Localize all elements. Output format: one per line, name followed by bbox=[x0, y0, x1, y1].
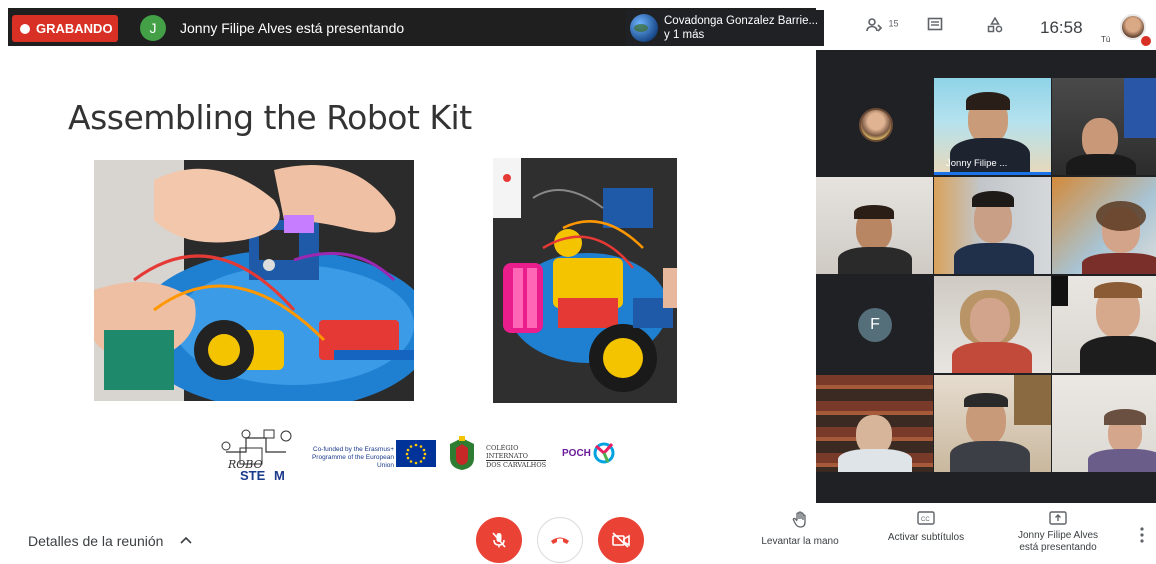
chat-icon bbox=[927, 17, 943, 31]
participant-tile[interactable] bbox=[1052, 276, 1156, 373]
robot-photo-hands bbox=[94, 160, 414, 401]
mic-off-button[interactable] bbox=[476, 517, 522, 563]
raise-hand-button[interactable]: Levantar la mano bbox=[752, 511, 848, 547]
present-now-button[interactable]: Jonny Filipe Alves está presentando bbox=[1002, 511, 1114, 554]
presentation-slide: Assembling the Robot Kit ROBO STE M Co-f… bbox=[8, 50, 816, 503]
colegio-text-2: INTERNATO bbox=[486, 452, 528, 460]
participant-name: Jonny Filipe ... bbox=[946, 158, 1008, 169]
self-label: Tú bbox=[1101, 35, 1111, 44]
shapes-icon bbox=[987, 16, 1003, 33]
people-button[interactable]: 15 bbox=[866, 17, 898, 38]
bottom-bar: Detalles de la reunión Levantar la mano … bbox=[0, 503, 1156, 564]
participant-avatar: F bbox=[858, 308, 892, 342]
participant-tile[interactable] bbox=[934, 276, 1051, 373]
participant-tile[interactable]: F bbox=[816, 276, 933, 373]
participant-tile[interactable] bbox=[816, 375, 933, 472]
captions-label: Activar subtítulos bbox=[887, 532, 965, 543]
svg-text:CC: CC bbox=[921, 517, 930, 523]
people-count: 15 bbox=[888, 18, 899, 29]
slide-title: Assembling the Robot Kit bbox=[68, 98, 472, 137]
participants-grid: Jonny Filipe ... F bbox=[816, 78, 1156, 474]
presenter-status: Jonny Filipe Alves está presentando bbox=[180, 20, 405, 36]
speaker-others: y 1 más bbox=[664, 29, 705, 41]
participant-tile[interactable] bbox=[1052, 177, 1156, 274]
self-mic-off-icon bbox=[1141, 36, 1151, 46]
people-icon bbox=[866, 18, 888, 37]
present-screen-icon bbox=[1002, 511, 1114, 527]
clock: 16:58 bbox=[1040, 18, 1083, 37]
colegio-text-3: DOS CARVALHOS bbox=[486, 460, 547, 469]
grid-bottom-band bbox=[816, 474, 1156, 503]
participant-tile[interactable] bbox=[816, 78, 933, 175]
meet-window: GRABANDO J Jonny Filipe Alves está prese… bbox=[0, 0, 1156, 564]
colegio-text-1: COLÉGIO bbox=[486, 444, 519, 452]
raise-hand-label: Levantar la mano bbox=[761, 536, 839, 547]
captions-button[interactable]: CC Activar subtítulos bbox=[874, 511, 978, 543]
mic-off-icon bbox=[492, 532, 506, 548]
active-speaker[interactable]: Covadonga Gonzalez Barrie... y 1 más bbox=[626, 10, 824, 46]
erasmus-text: Co-funded by the Erasmus+ Programme of t… bbox=[311, 446, 394, 469]
poch-text: POCH bbox=[562, 448, 591, 459]
partner-logos: ROBO STE M Co-funded by the Erasmus+ Pro… bbox=[216, 428, 616, 494]
hand-icon bbox=[752, 511, 848, 533]
robot-photo-assembled bbox=[493, 158, 677, 403]
colegio-crest-icon bbox=[450, 436, 474, 470]
recording-badge: GRABANDO bbox=[12, 15, 118, 42]
participant-tile[interactable] bbox=[816, 177, 933, 274]
meeting-details-button[interactable]: Detalles de la reunión bbox=[28, 533, 163, 549]
captions-icon: CC bbox=[874, 511, 978, 529]
more-options-icon[interactable] bbox=[1140, 527, 1144, 548]
poch-logo-icon bbox=[593, 442, 615, 464]
hang-up-icon bbox=[551, 537, 569, 544]
participant-tile[interactable] bbox=[1052, 78, 1156, 175]
activities-button[interactable] bbox=[987, 16, 1003, 38]
grid-top-band bbox=[816, 50, 1156, 78]
leave-call-button[interactable] bbox=[537, 517, 583, 563]
camera-off-icon bbox=[612, 532, 630, 548]
chat-button[interactable] bbox=[927, 17, 943, 38]
presenting-label-2: está presentando bbox=[1019, 542, 1097, 553]
participant-tile[interactable] bbox=[934, 375, 1051, 472]
chevron-up-icon[interactable] bbox=[180, 531, 192, 547]
steam-text: STE bbox=[240, 468, 266, 483]
participant-tile[interactable] bbox=[1052, 375, 1156, 472]
participant-avatar bbox=[859, 108, 893, 142]
camera-off-button[interactable] bbox=[598, 517, 644, 563]
eu-flag-icon bbox=[396, 440, 436, 467]
participant-tile[interactable] bbox=[934, 177, 1051, 274]
presenting-label-1: Jonny Filipe Alves bbox=[1017, 530, 1099, 541]
speaker-avatar bbox=[630, 14, 658, 42]
speaker-name: Covadonga Gonzalez Barrie... bbox=[664, 15, 819, 27]
participant-tile[interactable]: Jonny Filipe ... bbox=[934, 78, 1051, 175]
record-dot-icon bbox=[20, 23, 30, 34]
recording-label: GRABANDO bbox=[36, 21, 113, 36]
presenter-avatar: J bbox=[140, 15, 166, 41]
steam-text-m: M bbox=[274, 468, 285, 483]
